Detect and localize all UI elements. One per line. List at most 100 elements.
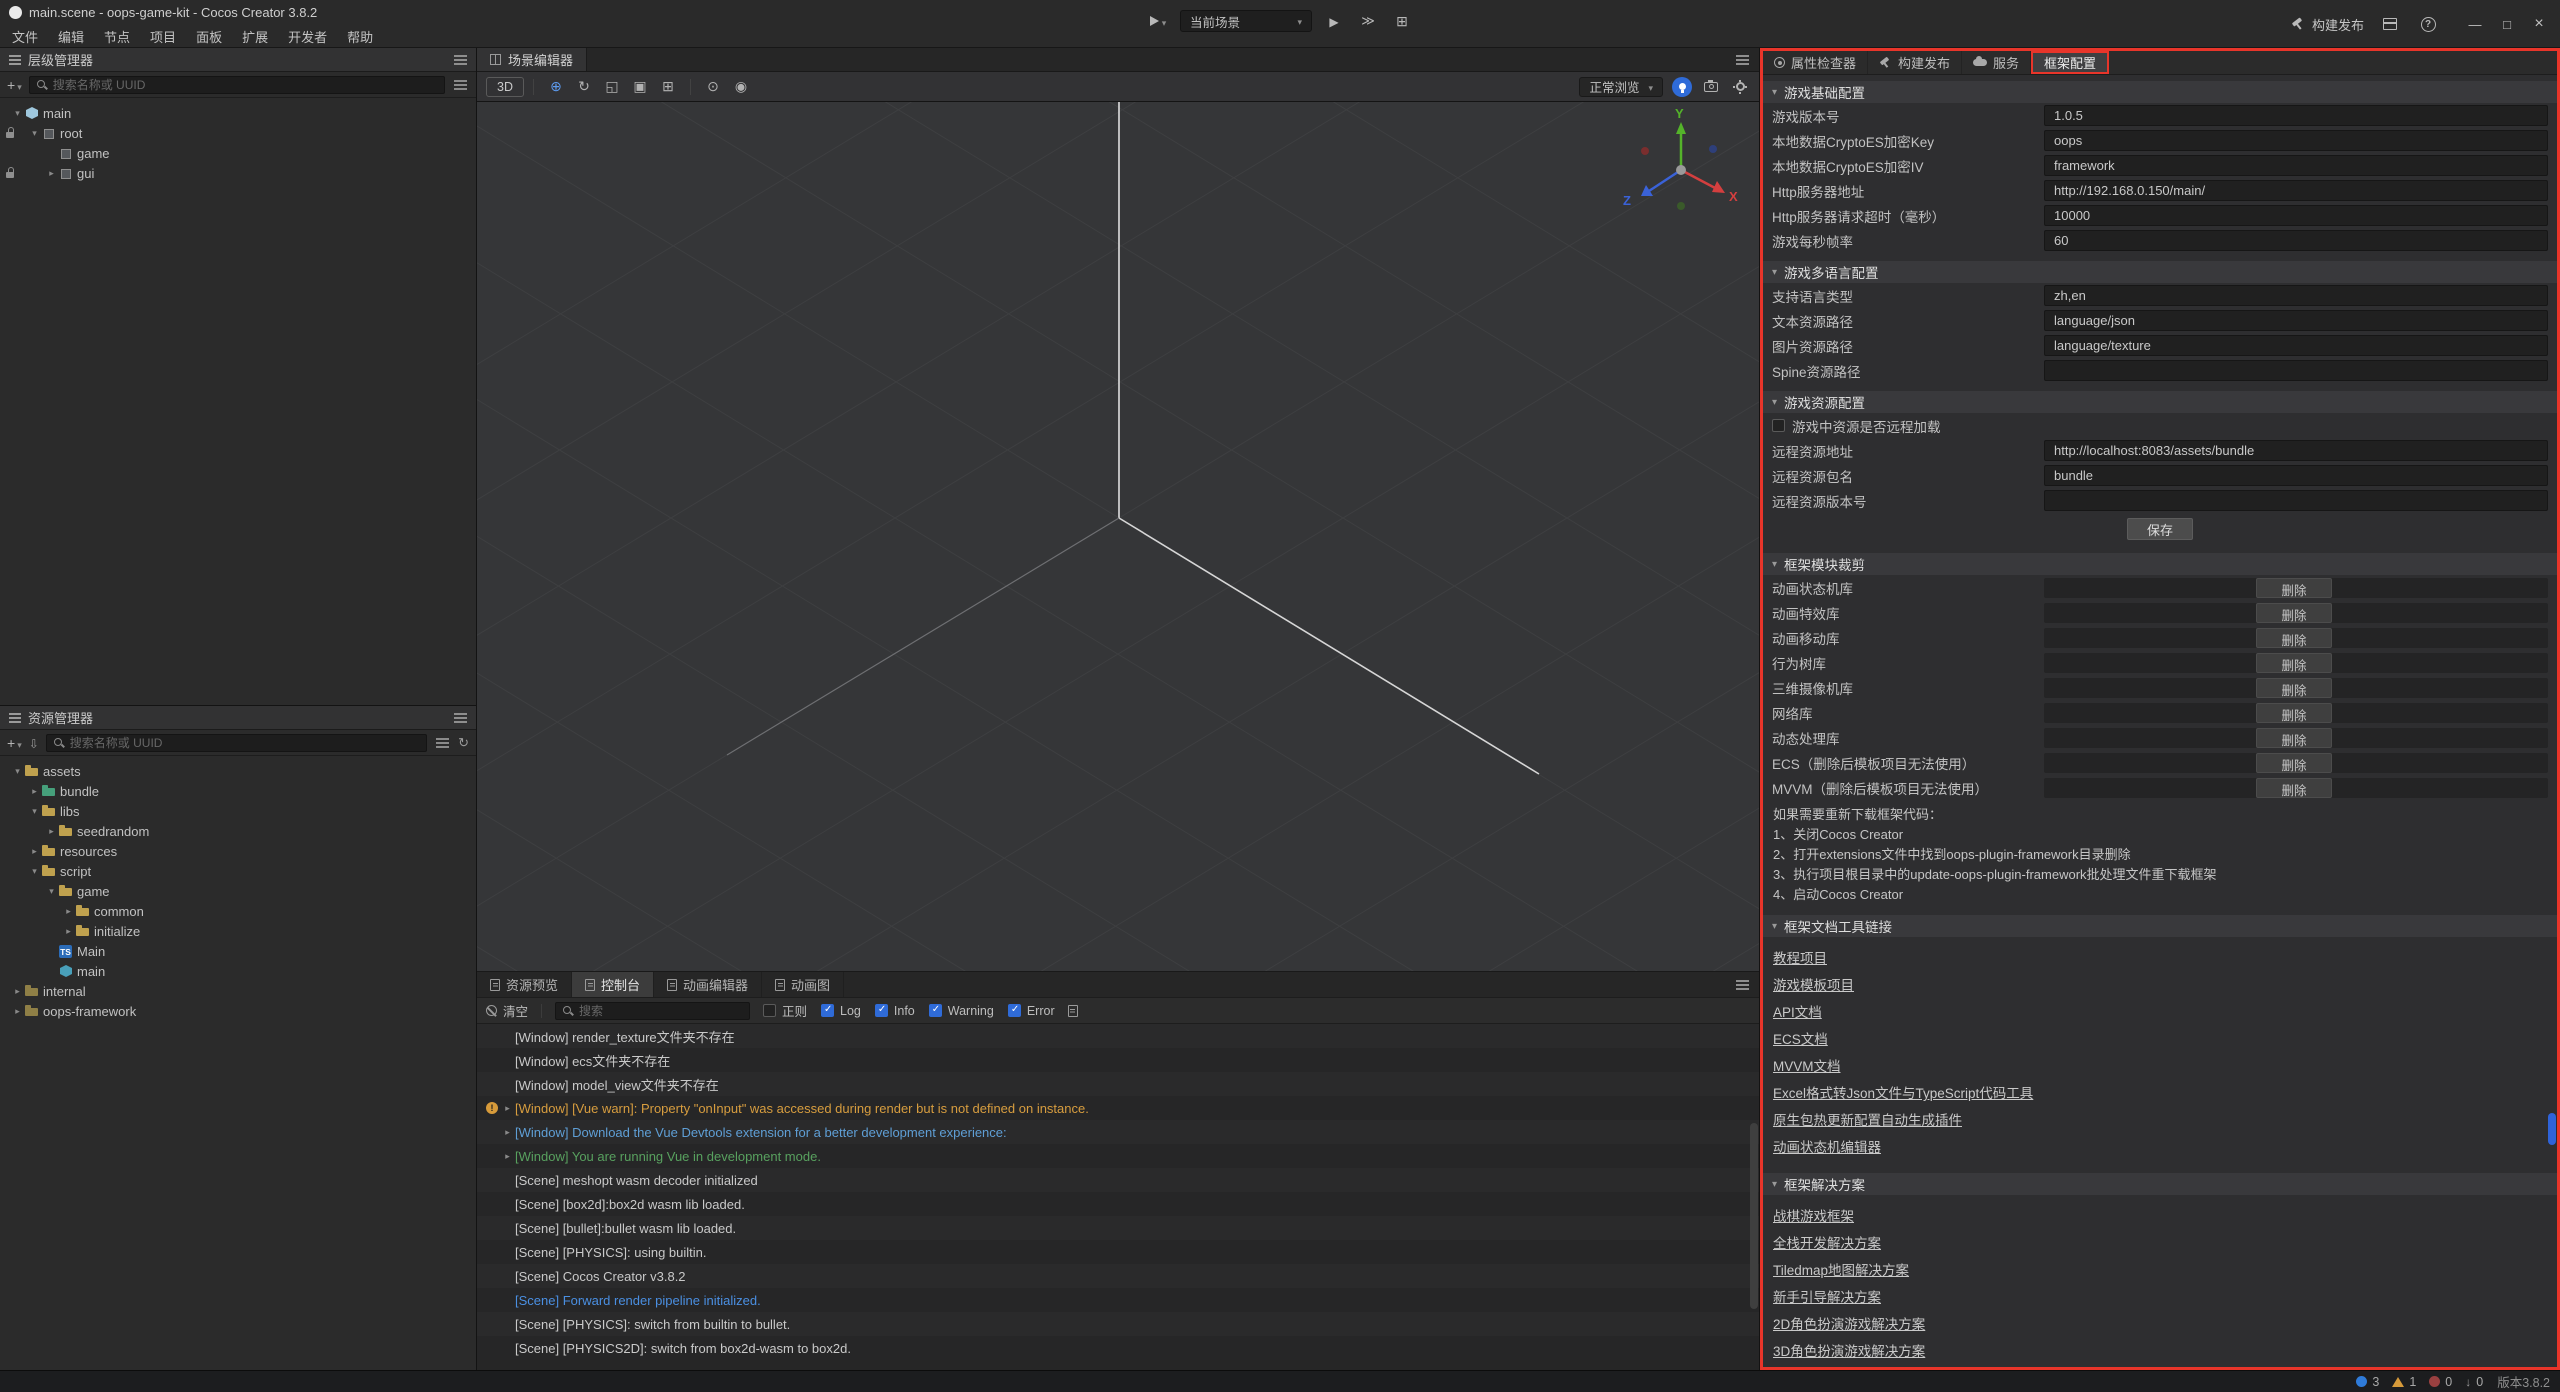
doc-link[interactable]: ECS文档 <box>1773 1028 1828 1048</box>
delete-module-button[interactable]: 删除 <box>2256 628 2332 648</box>
console-search-input[interactable] <box>579 1004 743 1018</box>
assets-search-input[interactable] <box>70 736 420 750</box>
create-node-button[interactable] <box>7 77 22 93</box>
log-row[interactable]: [Scene] [PHYSICS2D]: switch from box2d-w… <box>477 1336 1759 1360</box>
menu-item[interactable]: 开发者 <box>278 24 337 48</box>
inspector-tab[interactable]: 属性检查器 <box>1763 51 1868 74</box>
scene-viewport[interactable]: Y X Z <box>477 102 1759 971</box>
property-input[interactable] <box>2044 130 2548 151</box>
asset-node[interactable]: ▾ game <box>0 881 476 901</box>
property-input[interactable] <box>2044 205 2548 226</box>
section-header[interactable]: 游戏基础配置 <box>1763 81 2557 103</box>
hierarchy-node[interactable]: ▾ main <box>0 103 476 123</box>
delete-module-button[interactable]: 删除 <box>2256 653 2332 673</box>
delete-module-button[interactable]: 删除 <box>2256 603 2332 623</box>
expand-arrow[interactable]: ▸ <box>11 986 24 997</box>
close-button[interactable] <box>2524 11 2554 37</box>
doc-link[interactable]: MVVM文档 <box>1773 1055 1841 1075</box>
console-tab[interactable]: 资源预览 <box>477 972 572 997</box>
export-log-icon[interactable] <box>1068 1005 1078 1017</box>
doc-link[interactable]: Excel格式转Json文件与TypeScript代码工具 <box>1773 1082 2033 1102</box>
log-row[interactable]: [Window] [Vue warn]: Property "onInput" … <box>477 1096 1759 1120</box>
view-mode-select[interactable]: 正常浏览 <box>1579 77 1663 97</box>
log-row[interactable]: [Scene] meshopt wasm decoder initialized <box>477 1168 1759 1192</box>
property-input[interactable] <box>2044 180 2548 201</box>
property-input[interactable] <box>2044 440 2548 461</box>
help-button[interactable] <box>2416 12 2440 36</box>
console-filter[interactable]: Log <box>821 1004 861 1018</box>
asset-node[interactable]: ▸ common <box>0 901 476 921</box>
expand-arrow[interactable]: ▾ <box>28 866 41 877</box>
section-header[interactable]: 框架解决方案 <box>1763 1173 2557 1195</box>
clear-console-button[interactable]: 清空 <box>486 1001 528 1020</box>
console-scrollbar[interactable] <box>1750 1028 1758 1367</box>
maximize-button[interactable] <box>2492 11 2522 37</box>
property-input[interactable] <box>2044 105 2548 126</box>
property-input[interactable] <box>2044 490 2548 511</box>
asset-node[interactable]: ▸ internal <box>0 981 476 1001</box>
lighting-toggle[interactable] <box>1672 77 1692 97</box>
asset-node[interactable]: ▸ initialize <box>0 921 476 941</box>
import-asset-icon[interactable] <box>29 735 39 751</box>
section-header[interactable]: 游戏资源配置 <box>1763 391 2557 413</box>
tab-scene-editor[interactable]: 场景编辑器 <box>477 48 587 71</box>
delete-module-button[interactable]: 删除 <box>2256 753 2332 773</box>
inspector-tab[interactable]: 框架配置 <box>2031 51 2109 74</box>
console-filter[interactable]: Info <box>875 1004 915 1018</box>
asset-node[interactable]: ▸ seedrandom <box>0 821 476 841</box>
scrollbar-thumb[interactable] <box>1750 1123 1758 1309</box>
log-row[interactable]: [Scene] [box2d]:box2d wasm lib loaded. <box>477 1192 1759 1216</box>
expand-arrow[interactable]: ▸ <box>45 826 58 837</box>
log-row[interactable]: [Scene] [PHYSICS]: switch from builtin t… <box>477 1312 1759 1336</box>
log-row[interactable]: [Window] You are running Vue in developm… <box>477 1144 1759 1168</box>
snap-tool[interactable]: ⊞ <box>655 75 681 99</box>
log-expand-arrow[interactable] <box>500 1127 515 1138</box>
console-tab[interactable]: 动画图 <box>762 972 844 997</box>
doc-link[interactable]: 原生包热更新配置自动生成插件 <box>1773 1109 1962 1129</box>
delete-module-button[interactable]: 删除 <box>2256 728 2332 748</box>
asset-node[interactable]: ▾ script <box>0 861 476 881</box>
create-asset-button[interactable] <box>7 735 22 751</box>
translate-tool[interactable]: ⊕ <box>543 75 569 99</box>
console-tab[interactable]: 动画编辑器 <box>654 972 762 997</box>
property-input[interactable] <box>2044 155 2548 176</box>
section-header[interactable]: 框架文档工具链接 <box>1763 915 2557 937</box>
solution-link[interactable]: 3D角色扮演游戏解决方案 <box>1773 1340 1925 1360</box>
build-publish-button[interactable]: 构建发布 <box>2291 15 2364 34</box>
scene-settings-button[interactable] <box>1730 77 1750 97</box>
log-row[interactable]: [Window] Download the Vue Devtools exten… <box>477 1120 1759 1144</box>
panel-menu-icon[interactable] <box>454 717 467 719</box>
delete-module-button[interactable]: 删除 <box>2256 578 2332 598</box>
hierarchy-node[interactable]: ▾ root <box>0 123 476 143</box>
delete-module-button[interactable]: 删除 <box>2256 678 2332 698</box>
filter-icon[interactable] <box>454 84 467 86</box>
menu-item[interactable]: 文件 <box>2 24 48 48</box>
console-filter[interactable]: 正则 <box>763 1001 807 1020</box>
asset-node[interactable]: ▸ oops-framework <box>0 1001 476 1021</box>
solution-link[interactable]: Tiledmap地图解决方案 <box>1773 1259 1909 1279</box>
inspector-tab[interactable]: 构建发布 <box>1868 51 1962 74</box>
expand-arrow[interactable]: ▸ <box>11 1006 24 1017</box>
expand-arrow[interactable]: ▸ <box>45 168 58 179</box>
log-row[interactable]: [Window] ecs文件夹不存在 <box>477 1048 1759 1072</box>
console-tab[interactable]: 控制台 <box>572 972 654 997</box>
panel-menu-icon[interactable] <box>1736 59 1749 61</box>
scene-select[interactable]: 当前场景 <box>1180 10 1312 32</box>
menu-item[interactable]: 节点 <box>94 24 140 48</box>
pivot-tool[interactable]: ⊙ <box>700 75 726 99</box>
inspector-tab[interactable]: 服务 <box>1962 51 2031 74</box>
delete-module-button[interactable]: 删除 <box>2256 778 2332 798</box>
asset-node[interactable]: ▾ libs <box>0 801 476 821</box>
asset-node[interactable]: Main <box>0 941 476 961</box>
minimize-button[interactable] <box>2460 11 2490 37</box>
solution-link[interactable]: 战棋游戏框架 <box>1773 1205 1854 1225</box>
solution-link[interactable]: 全栈开发解决方案 <box>1773 1232 1881 1252</box>
package-manager-button[interactable] <box>2378 12 2402 36</box>
coordinate-tool[interactable]: ◉ <box>728 75 754 99</box>
rect-tool[interactable]: ▣ <box>627 75 653 99</box>
log-row[interactable]: [Window] render_texture文件夹不存在 <box>477 1024 1759 1048</box>
play-button[interactable] <box>1322 9 1346 33</box>
section-header[interactable]: 游戏多语言配置 <box>1763 261 2557 283</box>
property-input[interactable] <box>2044 310 2548 331</box>
save-button[interactable]: 保存 <box>2127 518 2193 540</box>
